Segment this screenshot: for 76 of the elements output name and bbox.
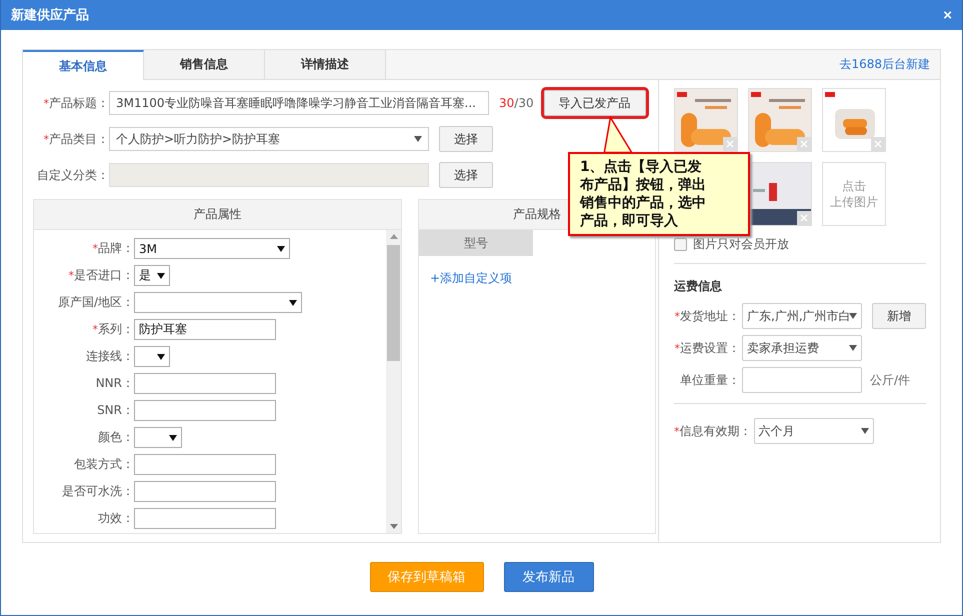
- spec-tab[interactable]: 型号: [419, 230, 533, 256]
- field-label: 品牌：: [98, 240, 134, 257]
- dropdown[interactable]: 六个月: [754, 418, 874, 444]
- checkbox[interactable]: [674, 238, 687, 251]
- caret-icon: [849, 345, 857, 351]
- scrollbar[interactable]: [386, 230, 401, 533]
- field-label: NNR：: [96, 375, 134, 392]
- publish-button[interactable]: 发布新品: [504, 562, 594, 592]
- field-label: 发货地址：: [680, 308, 740, 324]
- unit-label: 公斤/件: [870, 372, 910, 388]
- required-mark: *: [674, 424, 680, 438]
- field-label: 单位重量：: [680, 372, 740, 388]
- required-mark: *: [674, 310, 680, 322]
- input-field[interactable]: [742, 367, 862, 393]
- field-label: 自定义分类：: [37, 166, 109, 184]
- section-heading: 运费信息: [674, 278, 723, 295]
- input-field[interactable]: 防护耳塞: [134, 319, 276, 340]
- required-mark: *: [44, 132, 49, 146]
- panel-header: 产品属性: [34, 200, 401, 230]
- callout-text: 1、点击【导入已发: [580, 158, 703, 176]
- required-mark: *: [44, 96, 49, 110]
- input-field[interactable]: [134, 373, 276, 394]
- character-count: 30/30: [499, 96, 534, 110]
- scroll-down-icon[interactable]: [390, 524, 398, 529]
- remove-icon[interactable]: [797, 211, 811, 225]
- add-button[interactable]: 新增: [872, 303, 926, 329]
- required-mark: *: [674, 342, 680, 354]
- close-button[interactable]: ×: [943, 6, 952, 24]
- field-label: 颜色：: [98, 429, 134, 446]
- required-mark: *: [92, 323, 98, 336]
- input-field[interactable]: [134, 454, 276, 475]
- backend-link[interactable]: 去1688后台新建: [839, 56, 940, 73]
- field-label: 功效：: [98, 510, 134, 527]
- callout-text: 布产品】按钮，弹出: [580, 176, 707, 194]
- checkbox-label: 图片只对会员开放: [693, 236, 789, 253]
- select-button[interactable]: 选择: [439, 126, 493, 152]
- scroll-up-icon[interactable]: [390, 234, 398, 239]
- window-title: 新建供应产品: [11, 6, 89, 24]
- caret-icon: [157, 272, 165, 278]
- field-label: 连接线：: [86, 348, 134, 365]
- field-label: 系列：: [98, 321, 134, 338]
- dropdown[interactable]: [134, 427, 182, 448]
- field-label: SNR：: [97, 402, 134, 419]
- field-label: 是否可水洗：: [62, 483, 134, 500]
- field-label: 是否进口：: [74, 267, 134, 284]
- dropdown[interactable]: 个人防护>听力防护>防护耳塞: [109, 127, 429, 151]
- dropdown[interactable]: 3M: [134, 238, 290, 259]
- dropdown[interactable]: 卖家承担运费: [742, 335, 862, 361]
- tab[interactable]: 基本信息: [23, 50, 144, 80]
- input-field[interactable]: 3M1100专业防噪音耳塞睡眠呼噜降噪学习静音工业消音隔音耳塞...: [109, 91, 489, 115]
- caret-icon: [849, 313, 857, 319]
- caret-icon: [860, 428, 868, 434]
- import-button[interactable]: 导入已发产品: [544, 90, 646, 116]
- field-label: 产品类目：: [49, 130, 109, 148]
- dropdown[interactable]: 广东,广州,广州市白: [742, 303, 862, 329]
- caret-icon: [169, 434, 177, 440]
- caret-icon: [414, 136, 422, 142]
- dropdown[interactable]: [134, 346, 170, 367]
- remove-icon[interactable]: [723, 137, 737, 151]
- field-label: 运费设置：: [680, 340, 740, 356]
- required-mark: *: [68, 269, 74, 282]
- field-label: 产品标题：: [49, 94, 109, 112]
- remove-icon[interactable]: [797, 137, 811, 151]
- input-field[interactable]: [134, 400, 276, 421]
- input-field[interactable]: [134, 508, 276, 529]
- dropdown[interactable]: 是: [134, 265, 170, 286]
- input-field[interactable]: [134, 481, 276, 502]
- field-label: 信息有效期：: [680, 422, 752, 440]
- remove-icon[interactable]: [871, 137, 885, 151]
- field-label: 原产国/地区：: [58, 294, 134, 311]
- caret-icon: [289, 300, 297, 306]
- caret-icon: [277, 246, 285, 252]
- add-custom-link[interactable]: +添加自定义项: [430, 270, 655, 287]
- field-label: 包装方式：: [74, 456, 134, 473]
- caret-icon: [157, 354, 165, 360]
- required-mark: *: [92, 242, 98, 255]
